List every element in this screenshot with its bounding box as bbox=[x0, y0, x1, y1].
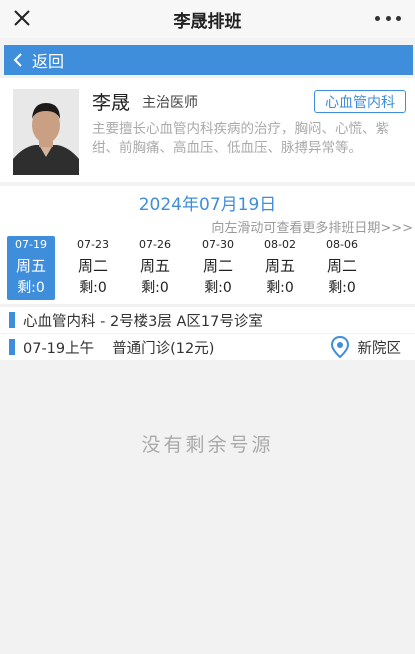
close-icon[interactable] bbox=[10, 6, 34, 30]
empty-message: 没有剩余号源 bbox=[141, 434, 274, 456]
schedule-panel: 2024年07月19日 向左滑动可查看更多排班日期>>> 07-19 周五 剩:… bbox=[0, 186, 415, 304]
date-item-remaining: 剩:0 bbox=[266, 280, 294, 296]
clinic-location: 心血管内科 - 2号楼3层 A区17号诊室 bbox=[23, 313, 263, 330]
date-item-weekday: 周二 bbox=[326, 257, 357, 275]
doctor-photo bbox=[13, 89, 79, 175]
date-item-weekday: 周五 bbox=[139, 257, 170, 275]
campus-name: 新院区 bbox=[357, 340, 402, 357]
doctor-title: 主治医师 bbox=[142, 95, 198, 111]
date-item-date: 07-23 bbox=[77, 238, 109, 251]
accent-bar bbox=[9, 339, 15, 355]
date-item-remaining: 剩:0 bbox=[204, 280, 232, 296]
clinic-type: 普通门诊(12元) bbox=[112, 340, 215, 357]
date-item[interactable]: 07-19 周五 剩:0 bbox=[7, 236, 55, 300]
date-item-weekday: 周五 bbox=[264, 257, 295, 275]
date-item-remaining: 剩:0 bbox=[17, 280, 45, 296]
date-item-date: 07-26 bbox=[139, 238, 171, 251]
current-date: 2024年07月19日 bbox=[138, 195, 277, 215]
date-item-weekday: 周二 bbox=[77, 257, 108, 275]
date-item-remaining: 剩:0 bbox=[79, 280, 107, 296]
date-item-weekday: 周二 bbox=[202, 257, 233, 275]
date-item[interactable]: 08-02 周五 剩:0 bbox=[256, 236, 304, 300]
accent-bar bbox=[9, 312, 15, 328]
date-item-date: 08-06 bbox=[326, 238, 358, 251]
chevron-left-icon bbox=[12, 50, 30, 70]
date-item-date: 07-30 bbox=[202, 238, 234, 251]
date-item-remaining: 剩:0 bbox=[328, 280, 356, 296]
clinic-session-row: 07-19上午 普通门诊(12元) 新院区 bbox=[0, 334, 415, 360]
date-item[interactable]: 07-23 周二 剩:0 bbox=[69, 236, 117, 300]
date-item-date: 07-19 bbox=[15, 238, 47, 251]
department-badge: 心血管内科 bbox=[314, 90, 406, 113]
back-label: 返回 bbox=[32, 52, 65, 71]
location-pin-icon bbox=[330, 335, 350, 359]
clinic-location-row: 心血管内科 - 2号楼3层 A区17号诊室 bbox=[0, 307, 415, 333]
date-item-date: 08-02 bbox=[264, 238, 296, 251]
clinic-session: 07-19上午 bbox=[23, 340, 95, 357]
title-bar: 李晟排班 bbox=[0, 0, 415, 38]
date-item-weekday: 周五 bbox=[15, 257, 46, 275]
doctor-intro: 主要擅长心血管内科疾病的治疗，胸闷、心慌、紫绀、前胸痛、高血压、低血压、脉搏异常… bbox=[92, 121, 389, 156]
date-item[interactable]: 07-26 周五 剩:0 bbox=[131, 236, 179, 300]
date-item-remaining: 剩:0 bbox=[141, 280, 169, 296]
page-title: 李晟排班 bbox=[173, 11, 242, 32]
date-item[interactable]: 08-06 周二 剩:0 bbox=[318, 236, 366, 300]
more-icon[interactable] bbox=[375, 8, 401, 28]
date-item[interactable]: 07-30 周二 剩:0 bbox=[194, 236, 242, 300]
back-button[interactable]: 返回 bbox=[4, 45, 413, 75]
swipe-hint: 向左滑动可查看更多排班日期>>> bbox=[211, 221, 413, 236]
doctor-card: 李晟 主治医师 心血管内科 主要擅长心血管内科疾病的治疗，胸闷、心慌、紫绀、前胸… bbox=[0, 78, 415, 182]
campus-link[interactable]: 新院区 bbox=[330, 335, 402, 359]
doctor-name: 李晟 bbox=[92, 92, 131, 114]
date-list[interactable]: 07-19 周五 剩:0 07-23 周二 剩:0 07-26 周五 剩:0 0… bbox=[7, 236, 407, 300]
